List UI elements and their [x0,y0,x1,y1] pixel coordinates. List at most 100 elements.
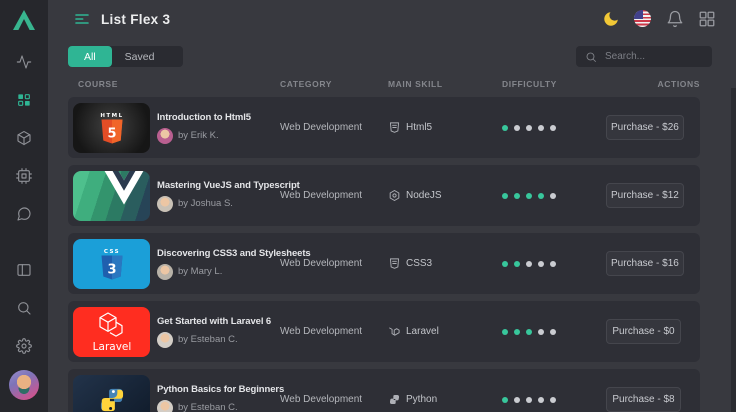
bell-icon[interactable] [666,10,684,28]
thumbnail-cell [68,170,157,221]
course-title: Python Basics for Beginners [157,383,285,395]
course-author: by Erik K. [178,130,219,141]
topbar-actions [602,10,716,28]
course-category: Web Development [280,326,363,337]
table-row[interactable]: CSS 3 Discovering CSS3 and Stylesheets by… [68,233,700,294]
course-category: Web Development [280,394,363,405]
course-category: Web Development [280,122,363,133]
course-info: Introduction to Html5 by Erik K. [157,112,280,144]
purchase-button[interactable]: Purchase - $26 [606,115,684,140]
table-header: COURSE CATEGORY MAIN SKILL DIFFICULTY AC… [68,79,700,89]
course-title: Get Started with Laravel 6 [157,315,272,327]
difficulty-dot-filled [502,328,508,335]
cube-icon[interactable] [16,130,32,146]
column-header-course: COURSE [78,79,118,89]
actions-cell: Purchase - $0 [606,319,681,344]
author-avatar [157,263,173,280]
tab-all[interactable]: All [68,46,112,67]
course-info: Python Basics for Beginners by Esteban C… [157,383,285,412]
activity-icon[interactable] [16,54,32,70]
difficulty-dots [502,328,606,335]
course-category: Web Development [280,258,363,269]
difficulty-dot-filled [526,192,532,199]
course-author: by Esteban C. [178,334,238,345]
svg-text:HTML: HTML [100,113,123,119]
html5-icon [388,121,401,134]
thumbnail-cell [68,374,157,412]
column-header-actions: ACTIONS [657,79,700,89]
skill-name: Laravel [406,326,439,337]
course-category: Web Development [280,190,363,201]
column-header-category: CATEGORY [280,79,333,89]
table-row[interactable]: HTML 5 Introduction to Html5 by Erik K. W… [68,97,700,158]
search-box[interactable] [576,46,712,67]
thumbnail-cell: Laravel [68,306,157,357]
thumbnail-cell: HTML 5 [68,102,157,153]
difficulty-dot-filled [514,260,520,267]
course-info: Mastering VueJS and Typescript by Joshua… [157,179,300,212]
us-flag-icon[interactable] [634,10,652,28]
page-title: List Flex 3 [101,11,171,27]
search-icon[interactable] [16,300,32,316]
sidebar-footer [16,262,32,354]
author-avatar [157,399,173,412]
difficulty-dots [502,260,606,267]
difficulty-dots [502,396,606,403]
column-header-main-skill: MAIN SKILL [388,79,443,89]
course-title: Mastering VueJS and Typescript [157,179,300,191]
course-info: Get Started with Laravel 6 by Esteban C. [157,316,280,348]
menu-icon[interactable] [74,11,90,27]
vuejs-logo [73,170,150,221]
toolbar: All Saved [68,46,712,67]
python-icon [388,393,401,406]
moon-icon[interactable] [602,10,620,28]
purchase-button[interactable]: Purchase - $8 [606,387,681,412]
purchase-button[interactable]: Purchase - $12 [606,183,684,208]
difficulty-dot-empty [550,328,556,335]
skill-name: NodeJS [406,190,442,201]
difficulty-dot-empty [550,124,556,131]
difficulty-dot-filled [502,192,508,199]
tab-saved[interactable]: Saved [112,46,168,67]
svg-text:5: 5 [107,126,116,141]
scrollbar[interactable] [731,88,736,412]
svg-text:Laravel: Laravel [92,341,131,353]
user-avatar[interactable] [9,370,39,400]
chat-icon[interactable] [16,206,32,222]
difficulty-dot-empty [538,396,544,403]
difficulty-dot-empty [526,396,532,403]
table-row[interactable]: Laravel Get Started with Laravel 6 by Es… [68,301,700,362]
actions-cell: Purchase - $8 [606,387,681,412]
difficulty-dot-filled [514,192,520,199]
purchase-button[interactable]: Purchase - $16 [606,251,684,276]
difficulty-dot-empty [550,396,556,403]
difficulty-dot-filled [502,260,508,267]
difficulty-dot-empty [538,260,544,267]
course-author: by Mary L. [178,266,223,277]
actions-cell: Purchase - $26 [606,115,684,140]
layout-icon[interactable] [16,262,32,278]
difficulty-dot-empty [526,260,532,267]
css3-logo: CSS 3 [73,238,150,289]
actions-cell: Purchase - $12 [606,183,684,208]
difficulty-dot-filled [502,124,508,131]
purchase-button[interactable]: Purchase - $0 [606,319,681,344]
course-title: Introduction to Html5 [157,111,251,123]
difficulty-dot-empty [538,328,544,335]
apps-grid-icon[interactable] [698,10,716,28]
settings-icon[interactable] [16,338,32,354]
difficulty-dot-empty [514,396,520,403]
search-input[interactable] [603,50,703,63]
table-row[interactable]: Python Basics for Beginners by Esteban C… [68,369,700,412]
column-header-difficulty: DIFFICULTY [502,79,557,89]
css3-icon [388,257,401,270]
difficulty-dot-empty [514,124,520,131]
author-avatar [157,331,173,348]
cpu-icon[interactable] [16,168,32,184]
table-row[interactable]: Mastering VueJS and Typescript by Joshua… [68,165,700,226]
course-skill: CSS3 [388,257,502,270]
dashboard-grid-icon[interactable] [16,92,32,108]
skill-name: CSS3 [406,258,433,269]
topbar: List Flex 3 [48,0,736,38]
search-icon [585,51,597,63]
